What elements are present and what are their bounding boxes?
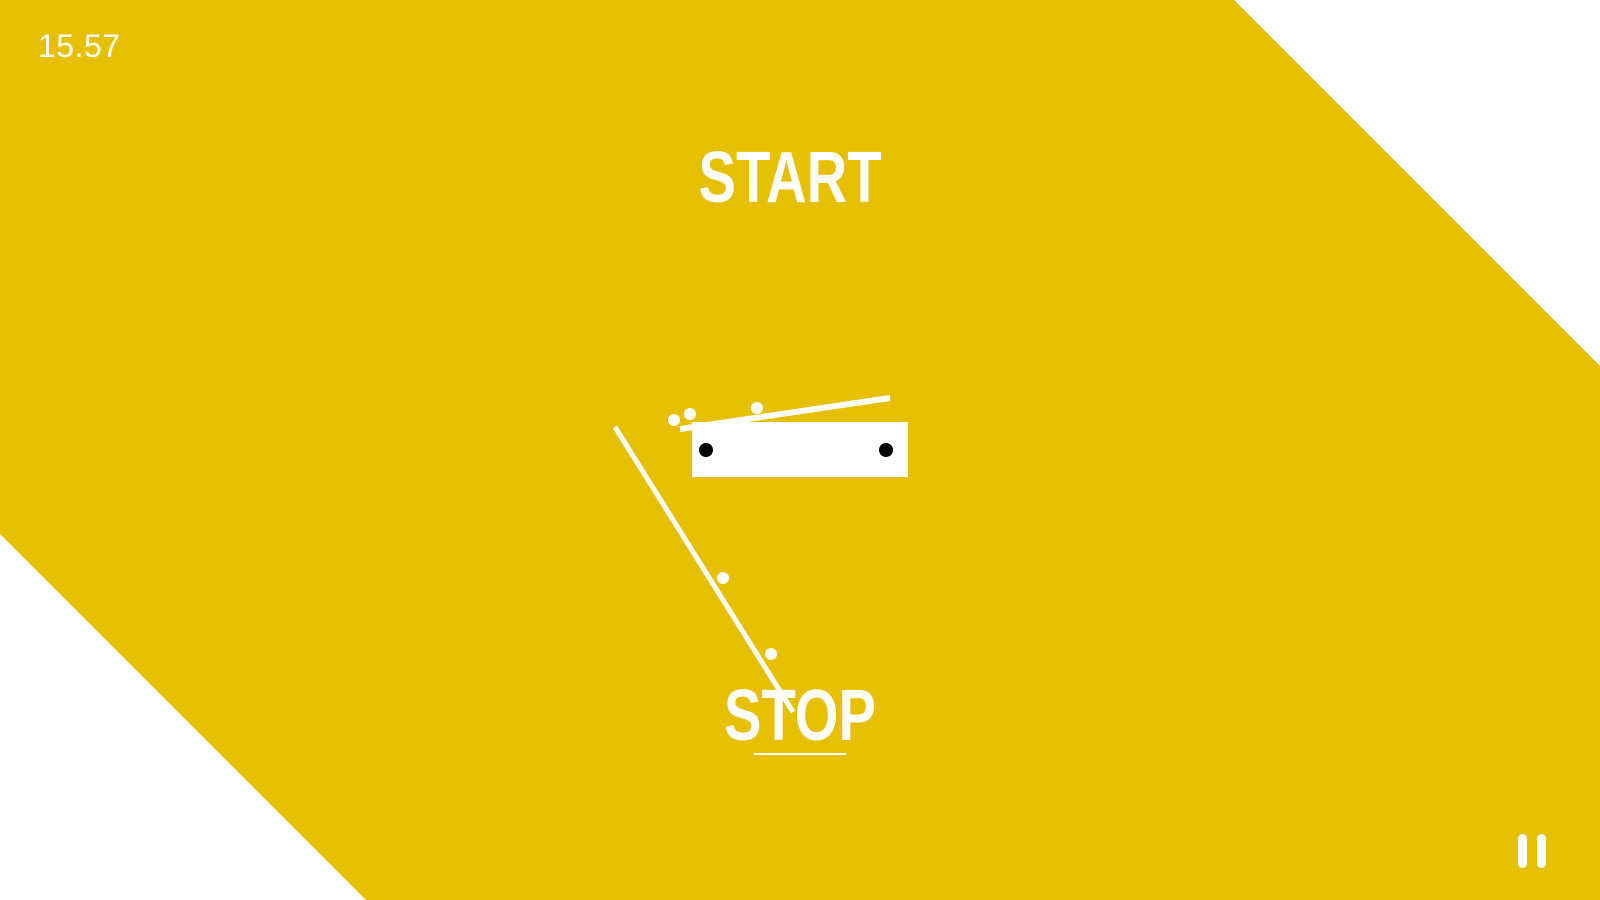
pause-icon [1518,834,1527,868]
game-scene [0,0,1600,900]
platform-marker-left [699,443,713,457]
elapsed-timer: 15.57 [38,28,121,64]
platform-block [692,422,908,477]
stop-label: STOP [724,676,876,756]
particle [751,402,763,414]
pause-button[interactable] [1512,832,1550,870]
platform-marker-right [879,443,893,457]
particle [684,408,696,420]
particle [717,572,729,584]
particle [668,414,680,426]
pause-icon-bar [1537,834,1546,868]
particle [765,648,777,660]
start-label: START [698,138,882,218]
game-stage[interactable]: 15.57 START STOP [0,0,1600,900]
